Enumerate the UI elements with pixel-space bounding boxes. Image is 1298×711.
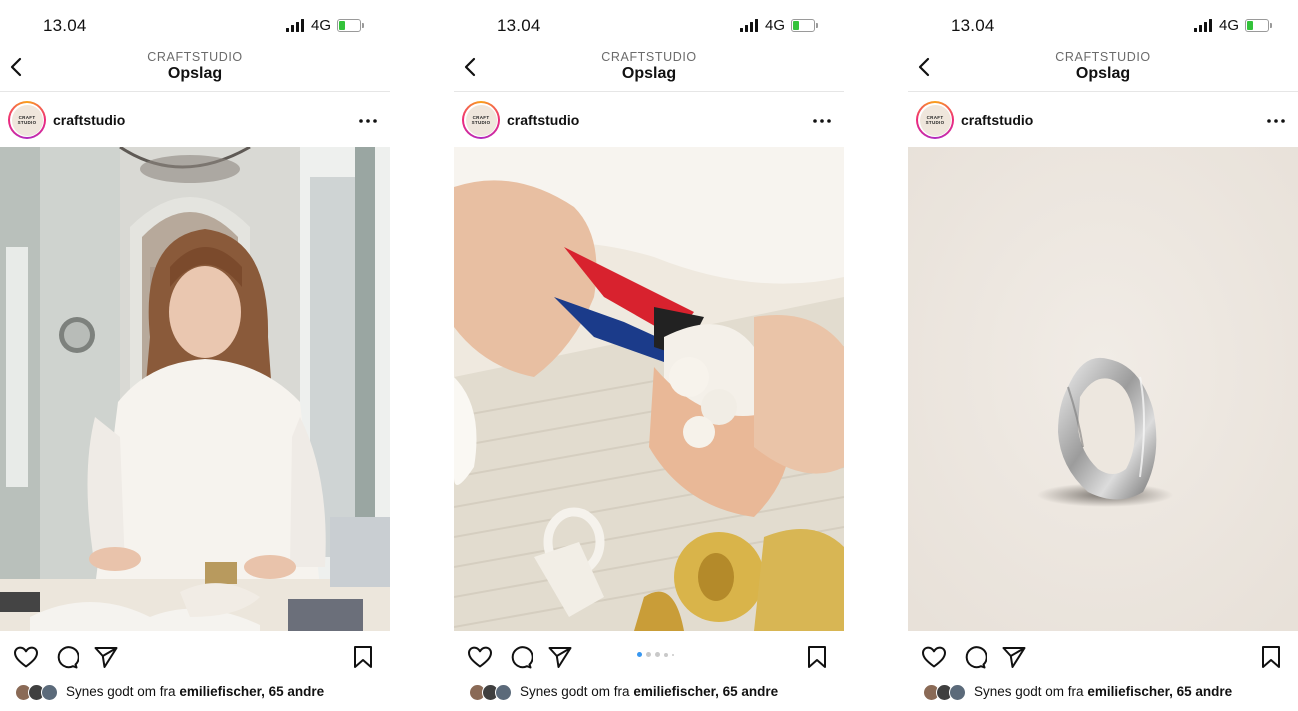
avatar-text: STUDIO bbox=[925, 120, 945, 125]
post-image[interactable] bbox=[454, 147, 844, 631]
likes-separator: , bbox=[261, 684, 269, 699]
likes-text[interactable]: Synes godt om fra emiliefischer, 65 andr… bbox=[66, 684, 324, 699]
comment-icon[interactable] bbox=[53, 645, 79, 669]
action-bar bbox=[0, 631, 390, 681]
liker-avatar bbox=[495, 684, 512, 701]
signal-icon bbox=[286, 18, 304, 32]
liker-username[interactable]: emiliefischer bbox=[1087, 684, 1169, 699]
post-screen-3: 13.04 4G CRAFTSTUDIO Opslag CRAFT STUDIO … bbox=[908, 0, 1298, 711]
heart-icon[interactable] bbox=[13, 645, 39, 669]
likes-others[interactable]: 65 andre bbox=[269, 684, 325, 699]
likes-separator: , bbox=[715, 684, 723, 699]
avatar[interactable]: CRAFT STUDIO bbox=[462, 101, 500, 139]
liker-avatar bbox=[949, 684, 966, 701]
carousel-dot bbox=[637, 652, 642, 657]
signal-icon bbox=[1194, 18, 1212, 32]
network-type: 4G bbox=[1219, 17, 1240, 34]
battery-icon bbox=[337, 19, 364, 32]
avatar-text: STUDIO bbox=[471, 120, 491, 125]
signal-icon bbox=[740, 18, 758, 32]
avatar[interactable]: CRAFT STUDIO bbox=[916, 101, 954, 139]
heart-icon[interactable] bbox=[467, 645, 493, 669]
likes-others[interactable]: 65 andre bbox=[723, 684, 779, 699]
username-link[interactable]: craftstudio bbox=[53, 112, 125, 128]
nav-subtitle: CRAFTSTUDIO bbox=[147, 50, 243, 64]
likes-prefix: Synes godt om fra bbox=[974, 684, 1088, 699]
status-bar: 13.04 4G bbox=[0, 0, 390, 50]
likes-prefix: Synes godt om fra bbox=[520, 684, 634, 699]
carousel-dot bbox=[646, 652, 651, 657]
nav-bar: CRAFTSTUDIO Opslag bbox=[454, 46, 844, 92]
nav-subtitle: CRAFTSTUDIO bbox=[601, 50, 697, 64]
avatar-text: STUDIO bbox=[17, 120, 37, 125]
status-bar: 13.04 4G bbox=[454, 0, 844, 50]
carousel-dot bbox=[664, 652, 668, 657]
action-bar bbox=[454, 631, 844, 681]
post-image[interactable] bbox=[908, 147, 1298, 631]
page-title: Opslag bbox=[621, 65, 677, 82]
share-icon[interactable] bbox=[1001, 645, 1027, 669]
ellipsis-icon[interactable] bbox=[812, 118, 832, 124]
carousel-indicator bbox=[637, 651, 677, 659]
likes-prefix: Synes godt om fra bbox=[66, 684, 180, 699]
heart-icon[interactable] bbox=[921, 645, 947, 669]
page-title: Opslag bbox=[167, 65, 223, 82]
likes-text[interactable]: Synes godt om fra emiliefischer, 65 andr… bbox=[974, 684, 1232, 699]
likes-text[interactable]: Synes godt om fra emiliefischer, 65 andr… bbox=[520, 684, 778, 699]
nav-subtitle: CRAFTSTUDIO bbox=[1055, 50, 1151, 64]
post-image[interactable] bbox=[0, 147, 390, 631]
liker-avatar bbox=[41, 684, 58, 701]
action-bar bbox=[908, 631, 1298, 681]
status-bar: 13.04 4G bbox=[908, 0, 1298, 50]
username-link[interactable]: craftstudio bbox=[507, 112, 579, 128]
status-time: 13.04 bbox=[951, 16, 995, 35]
likes-separator: , bbox=[1169, 684, 1177, 699]
network-type: 4G bbox=[311, 17, 332, 34]
page-title: Opslag bbox=[1075, 65, 1131, 82]
battery-icon bbox=[1245, 19, 1272, 32]
comment-icon[interactable] bbox=[507, 645, 533, 669]
avatar[interactable]: CRAFT STUDIO bbox=[8, 101, 46, 139]
liker-username[interactable]: emiliefischer bbox=[179, 684, 261, 699]
post-screen-2: 13.04 4G CRAFTSTUDIO Opslag CRAFT STUDIO … bbox=[454, 0, 844, 711]
status-time: 13.04 bbox=[43, 16, 87, 35]
carousel-dot bbox=[672, 653, 674, 656]
bookmark-icon[interactable] bbox=[804, 645, 830, 669]
battery-icon bbox=[791, 19, 818, 32]
liker-username[interactable]: emiliefischer bbox=[633, 684, 715, 699]
status-time: 13.04 bbox=[497, 16, 541, 35]
likes-row: Synes godt om fra emiliefischer, 65 andr… bbox=[908, 681, 1298, 703]
comment-icon[interactable] bbox=[961, 645, 987, 669]
nav-bar: CRAFTSTUDIO Opslag bbox=[0, 46, 390, 92]
post-screen-1: 13.04 4G CRAFTSTUDIO Opslag CRAFT STUDIO … bbox=[0, 0, 390, 711]
bookmark-icon[interactable] bbox=[1258, 645, 1284, 669]
post-header: CRAFT STUDIO craftstudio bbox=[908, 92, 1298, 147]
bookmark-icon[interactable] bbox=[350, 645, 376, 669]
nav-bar: CRAFTSTUDIO Opslag bbox=[908, 46, 1298, 92]
ellipsis-icon[interactable] bbox=[358, 118, 378, 124]
share-icon[interactable] bbox=[93, 645, 119, 669]
likes-row: Synes godt om fra emiliefischer, 65 andr… bbox=[0, 681, 390, 703]
network-type: 4G bbox=[765, 17, 786, 34]
post-header: CRAFT STUDIO craftstudio bbox=[454, 92, 844, 147]
post-header: CRAFT STUDIO craftstudio bbox=[0, 92, 390, 147]
ellipsis-icon[interactable] bbox=[1266, 118, 1286, 124]
username-link[interactable]: craftstudio bbox=[961, 112, 1033, 128]
share-icon[interactable] bbox=[547, 645, 573, 669]
likes-others[interactable]: 65 andre bbox=[1177, 684, 1233, 699]
carousel-dot bbox=[655, 652, 660, 657]
likes-row: Synes godt om fra emiliefischer, 65 andr… bbox=[454, 681, 844, 703]
